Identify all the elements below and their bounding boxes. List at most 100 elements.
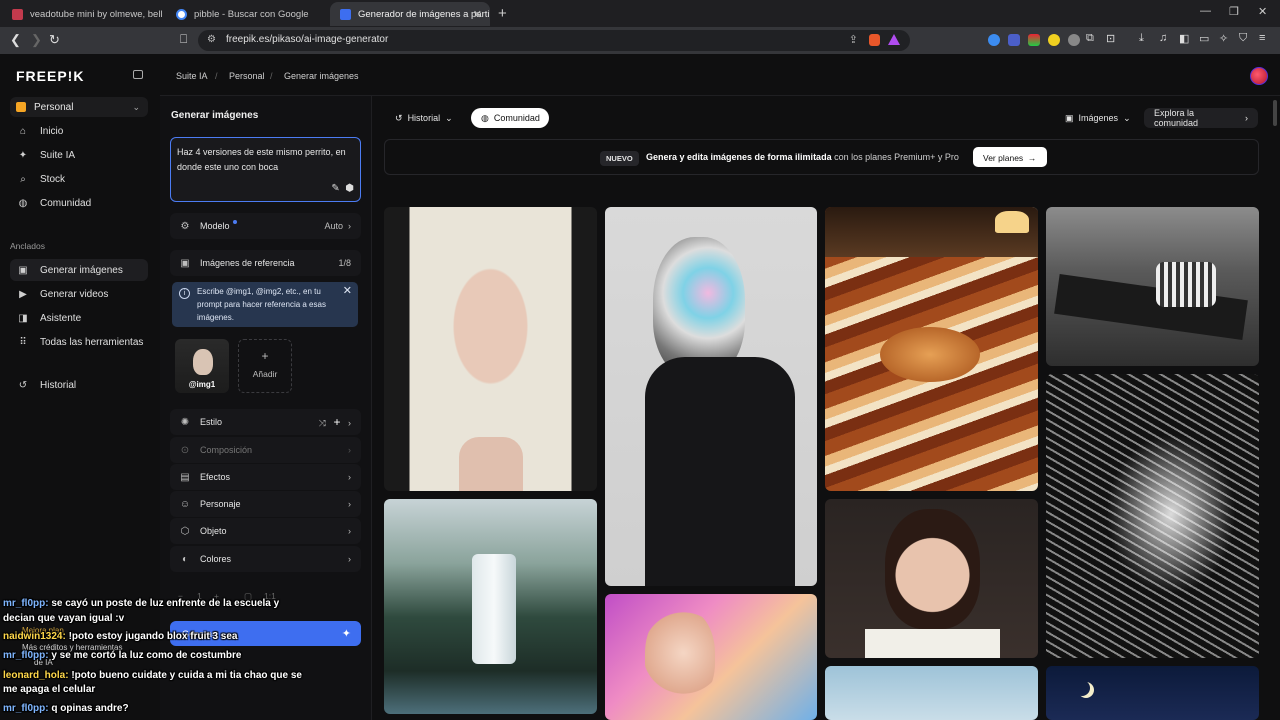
sidebar-item-label: Comunidad xyxy=(40,197,92,209)
tab-title: pibble - Buscar con Google xyxy=(194,8,309,20)
reload-icon[interactable]: ↻ xyxy=(49,32,60,48)
prompt-input[interactable]: Haz 4 versiones de este mismo perrito, e… xyxy=(170,137,361,202)
gallery-image-cat-on-rug[interactable] xyxy=(825,207,1038,491)
sidebar-item-inicio[interactable]: ⌂ Inicio xyxy=(10,120,148,142)
reference-images-row[interactable]: ▣ Imágenes de referencia 1/8 xyxy=(170,250,361,276)
assistant-icon: ◨ xyxy=(18,312,28,324)
share-icon[interactable]: ⇪ xyxy=(849,33,858,46)
add-reference-button[interactable]: + Añadir xyxy=(238,339,292,393)
browser-tab-google[interactable]: pibble - Buscar con Google xyxy=(166,2,326,26)
option-personaje[interactable]: ☺ Personaje › xyxy=(170,491,361,517)
gallery-image-blonde-portrait[interactable] xyxy=(384,207,597,491)
sidebar-item-stock[interactable]: ⌕ Stock xyxy=(10,168,148,190)
skull-head xyxy=(653,237,745,377)
home-icon: ⌂ xyxy=(19,125,27,137)
workspace-selector[interactable]: Personal ⌄ xyxy=(10,97,148,117)
gallery-image-chrome-skull[interactable] xyxy=(605,207,817,586)
gallery-image-night-moon[interactable] xyxy=(1046,666,1259,720)
leo-ai-icon[interactable]: ✧ xyxy=(1219,32,1228,45)
sidebar-item-comunidad[interactable]: ◍ Comunidad xyxy=(10,192,148,214)
images-filter-dropdown[interactable]: ▣ Imágenes ⌄ xyxy=(1055,108,1133,128)
gallery-image-street-grate[interactable] xyxy=(1046,374,1259,658)
collapse-sidebar-icon[interactable] xyxy=(133,70,143,79)
browser-tab-bar: veadotube mini by olmewe, bella! pibble … xyxy=(0,0,1280,27)
gallery-image-waterfall[interactable] xyxy=(384,499,597,714)
bookmark-icon[interactable]: ⎕ xyxy=(180,32,187,47)
scrollbar[interactable] xyxy=(1273,100,1277,126)
site-info-icon[interactable]: ⚙ xyxy=(207,34,216,45)
screenshot-icon[interactable]: ⊡ xyxy=(1106,32,1115,45)
extension-icon[interactable] xyxy=(988,34,1000,46)
sidebar-item-generar-videos[interactable]: ▶ Generar videos xyxy=(10,283,148,305)
option-composicion[interactable]: ⊙ Composición › xyxy=(170,437,361,463)
close-window-button[interactable]: ✕ xyxy=(1258,5,1267,18)
gallery-image-bob-portrait[interactable] xyxy=(825,499,1038,658)
community-tab[interactable]: ◍ Comunidad xyxy=(471,108,549,128)
option-label: Personaje xyxy=(200,499,241,509)
new-tab-button[interactable]: + xyxy=(498,5,507,22)
chat-message: leonard_hola: !poto bueno cuidate y cuid… xyxy=(3,670,302,681)
sidebar-item-asistente[interactable]: ◨ Asistente xyxy=(10,307,148,329)
close-icon[interactable]: ✕ xyxy=(343,285,352,298)
sidebar-item-generar-imagenes[interactable]: ▣ Generar imágenes xyxy=(10,259,148,281)
brave-shield-icon[interactable] xyxy=(869,34,880,46)
browser-tab-freepik[interactable]: Generador de imágenes a partir ✕ xyxy=(330,2,490,26)
breadcrumb-item[interactable]: Suite IA xyxy=(176,71,208,81)
extension-icon[interactable] xyxy=(1048,34,1060,46)
option-estilo[interactable]: ✺ Estilo ⤨ + › xyxy=(170,409,361,435)
sidebar-item-suite-ia[interactable]: ✦ Suite IA xyxy=(10,144,148,166)
back-icon[interactable]: ❮ xyxy=(10,32,21,48)
sidebar-item-historial[interactable]: ↺ Historial xyxy=(10,374,148,396)
maximize-button[interactable]: ❐ xyxy=(1229,5,1239,18)
extension-icon[interactable] xyxy=(1068,34,1080,46)
tab-title: Generador de imágenes a partir xyxy=(358,8,490,20)
image-icon: ▣ xyxy=(18,264,28,276)
minimize-button[interactable]: — xyxy=(1200,5,1211,17)
vpn-icon[interactable]: ⛉ xyxy=(1239,32,1247,45)
wallet-icon[interactable]: ▭ xyxy=(1199,32,1209,45)
history-dropdown[interactable]: ↺ Historial ⌄ xyxy=(385,108,455,128)
download-icon[interactable]: ⤓ xyxy=(1139,32,1144,45)
sidebar-toggle-icon[interactable]: ◧ xyxy=(1179,32,1189,45)
history-icon: ↺ xyxy=(395,112,403,123)
option-label: Composición xyxy=(200,445,253,455)
waterfall-stream xyxy=(472,554,516,664)
extension-icon[interactable] xyxy=(1008,34,1020,46)
enhance-prompt-icon[interactable]: ✎ xyxy=(331,183,339,194)
see-plans-button[interactable]: Ver planes → xyxy=(973,147,1047,167)
close-tab-icon[interactable]: ✕ xyxy=(473,8,482,21)
gallery-image-vintage-football[interactable] xyxy=(1046,207,1259,366)
puzzle-icon[interactable]: ⧉ xyxy=(1086,32,1094,45)
plus-icon[interactable]: + xyxy=(333,415,340,429)
option-label: Efectos xyxy=(200,472,231,482)
sidebar-item-todas-herramientas[interactable]: ⠿ Todas las herramientas xyxy=(10,331,148,353)
reference-image-thumbnail[interactable]: @img1 xyxy=(175,339,229,393)
avatar[interactable] xyxy=(1250,67,1268,85)
browser-toolbar: ❮ ❯ ↻ ⎕ ⚙ freepik.es/pikaso/ai-image-gen… xyxy=(0,27,1280,54)
gallery-image-rainbow-portrait[interactable] xyxy=(605,594,817,720)
breadcrumb-item[interactable]: Personal xyxy=(229,71,265,81)
portrait-face xyxy=(885,509,980,629)
browser-tab-veadotube[interactable]: veadotube mini by olmewe, bella! xyxy=(2,2,162,26)
effects-icon: ▤ xyxy=(180,471,190,483)
menu-icon[interactable]: ≡ xyxy=(1259,32,1265,44)
option-colores[interactable]: ◐ Colores › xyxy=(170,546,361,572)
option-efectos[interactable]: ▤ Efectos › xyxy=(170,464,361,490)
option-objeto[interactable]: ⬡ Objeto › xyxy=(170,518,361,544)
forward-icon[interactable]: ❯ xyxy=(31,32,42,48)
explore-community-button[interactable]: Explora la comunidad › xyxy=(1144,108,1258,128)
shuffle-icon[interactable]: ⤨ xyxy=(319,418,326,428)
chat-text: se cayó un poste de luz enfrente de la e… xyxy=(48,598,280,609)
breadcrumb-item: Generar imágenes xyxy=(284,71,359,81)
brave-rewards-icon[interactable] xyxy=(888,34,900,45)
cube-icon[interactable]: ⬢ xyxy=(345,183,354,194)
extension-icon[interactable] xyxy=(1028,34,1040,46)
freepik-logo[interactable]: FREEP!K xyxy=(16,68,84,84)
gallery-image-sky[interactable] xyxy=(825,666,1038,720)
new-dot-icon xyxy=(232,220,237,224)
media-icon[interactable]: ♫ xyxy=(1159,32,1167,44)
model-selector[interactable]: ⚙ Modelo Auto › xyxy=(170,213,361,239)
address-bar[interactable]: ⚙ freepik.es/pikaso/ai-image-generator ⇪ xyxy=(198,30,910,51)
chat-message: me apaga el celular xyxy=(3,684,95,695)
option-label: Estilo xyxy=(200,417,223,427)
